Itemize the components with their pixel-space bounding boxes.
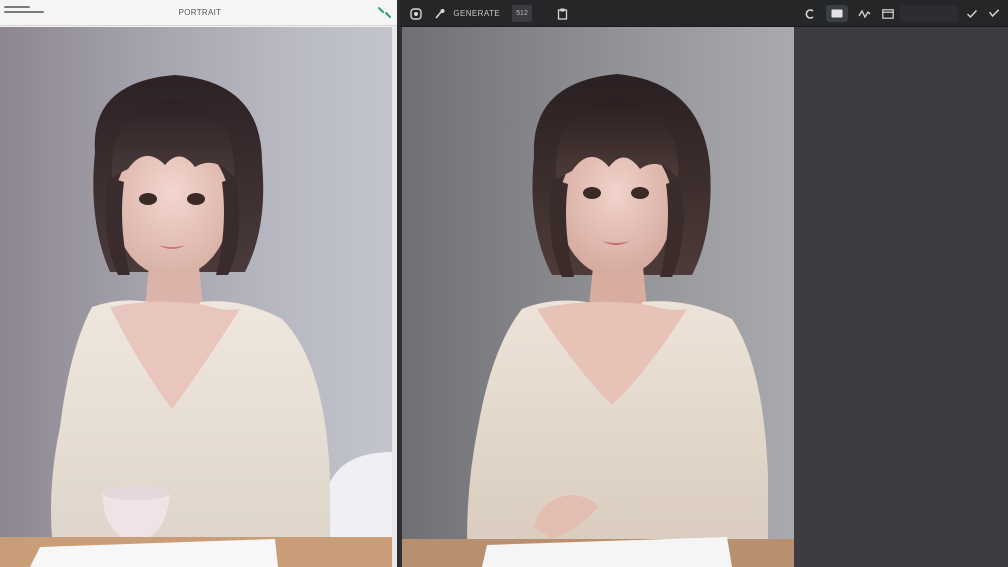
right-side-panel [794,27,1008,567]
model-selector[interactable]: GENERATE [450,5,500,22]
sync-status-icon[interactable] [377,5,393,19]
window-divider[interactable] [392,26,397,567]
image-icon[interactable] [880,5,896,22]
paste-icon[interactable] [554,5,570,22]
left-window: PORTRAIT [0,0,397,567]
brush-icon[interactable] [432,5,448,22]
menu-lines-icon[interactable] [4,6,44,18]
model-selector-label: GENERATE [453,9,500,18]
frame-icon[interactable] [826,5,848,22]
wave-icon[interactable] [856,5,872,22]
left-topbar: PORTRAIT [0,0,397,26]
right-window: GENERATE 512 [400,0,1008,567]
expand-icon[interactable] [986,5,1002,22]
toolbar-field[interactable] [900,5,958,22]
undo-icon[interactable] [802,5,818,22]
check-icon[interactable] [964,5,980,22]
portrait-image-right [402,74,794,567]
editor-toolbar: GENERATE 512 [400,0,1008,27]
size-chip[interactable]: 512 [512,5,532,22]
app-logo-icon[interactable] [408,5,424,22]
right-image-canvas[interactable] [402,27,794,567]
left-image-canvas[interactable] [0,27,392,567]
left-window-title: PORTRAIT [178,8,222,17]
portrait-image-left [0,75,392,567]
